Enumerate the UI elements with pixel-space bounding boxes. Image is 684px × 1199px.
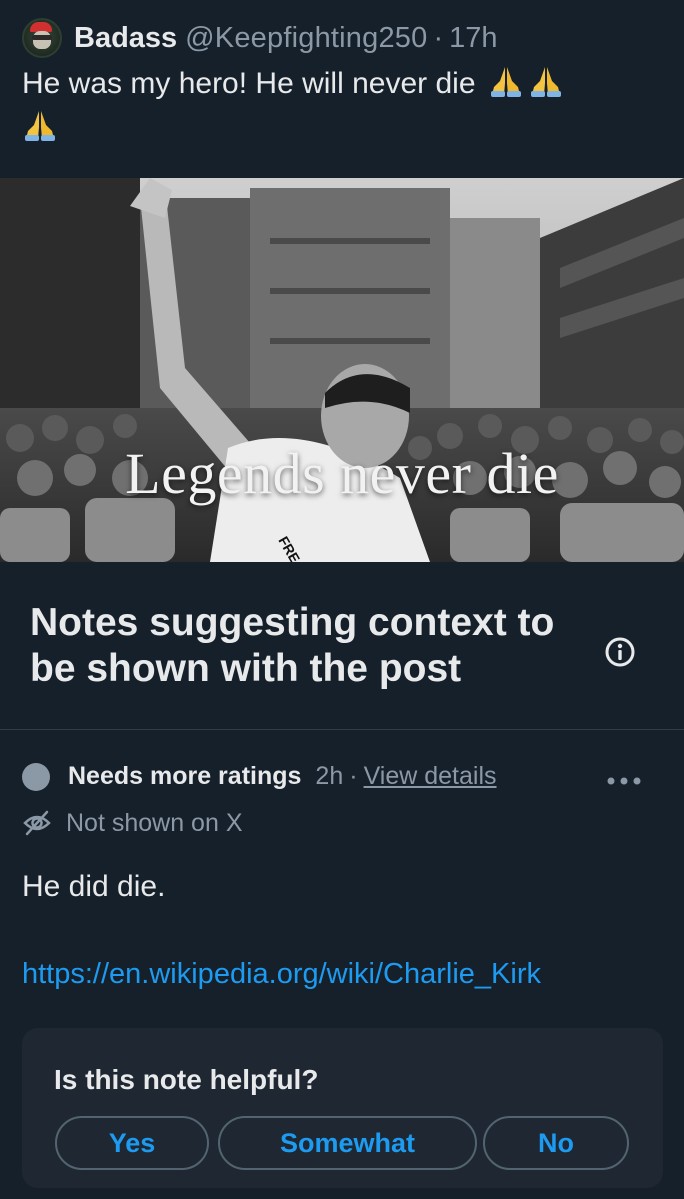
folded-hands-icon (22, 109, 58, 141)
note-body: He did die. (22, 870, 166, 903)
eye-off-icon (23, 810, 51, 836)
divider (0, 729, 684, 730)
image-caption: Legends never die (125, 441, 559, 506)
note-meta: Needs more ratings 2h · View details (22, 762, 666, 791)
folded-hands-icon (488, 65, 524, 97)
helpful-question: Is this note helpful? (54, 1064, 319, 1095)
avatar-glasses (32, 35, 52, 40)
info-icon[interactable] (604, 636, 636, 668)
folded-hands-icon (528, 65, 564, 97)
note-status: Needs more ratings (68, 762, 302, 790)
separator: · (349, 762, 358, 790)
post-header: Badass @Keepfighting250 · 17h (22, 18, 674, 58)
separator: · (433, 21, 444, 54)
more-horizontal-icon[interactable] (606, 776, 642, 786)
post-text: He was my hero! He will never die (22, 62, 662, 150)
avatar-face (33, 31, 51, 49)
visibility-label: Not shown on X (66, 808, 243, 837)
somewhat-button[interactable]: Somewhat (218, 1116, 477, 1170)
visibility-row: Not shown on X (22, 808, 243, 838)
view-details-link[interactable]: View details (364, 762, 497, 791)
post-text-content: He was my hero! He will never die (22, 67, 476, 100)
post-time[interactable]: 17h (449, 22, 497, 55)
note-link[interactable]: https://en.wikipedia.org/wiki/Charlie_Ki… (22, 958, 541, 991)
helpful-card: Is this note helpful? Yes Somewhat No (22, 1028, 663, 1188)
note-time: 2h (315, 762, 344, 790)
status-dot-icon (22, 762, 50, 791)
handle[interactable]: @Keepfighting250 (185, 22, 427, 55)
yes-button[interactable]: Yes (55, 1116, 209, 1170)
no-button[interactable]: No (483, 1116, 629, 1170)
display-name[interactable]: Badass (74, 22, 177, 55)
notes-title: Notes suggesting context to be shown wit… (30, 601, 555, 690)
avatar[interactable] (22, 18, 62, 58)
post-image[interactable]: FRE Legends never die (0, 178, 684, 562)
